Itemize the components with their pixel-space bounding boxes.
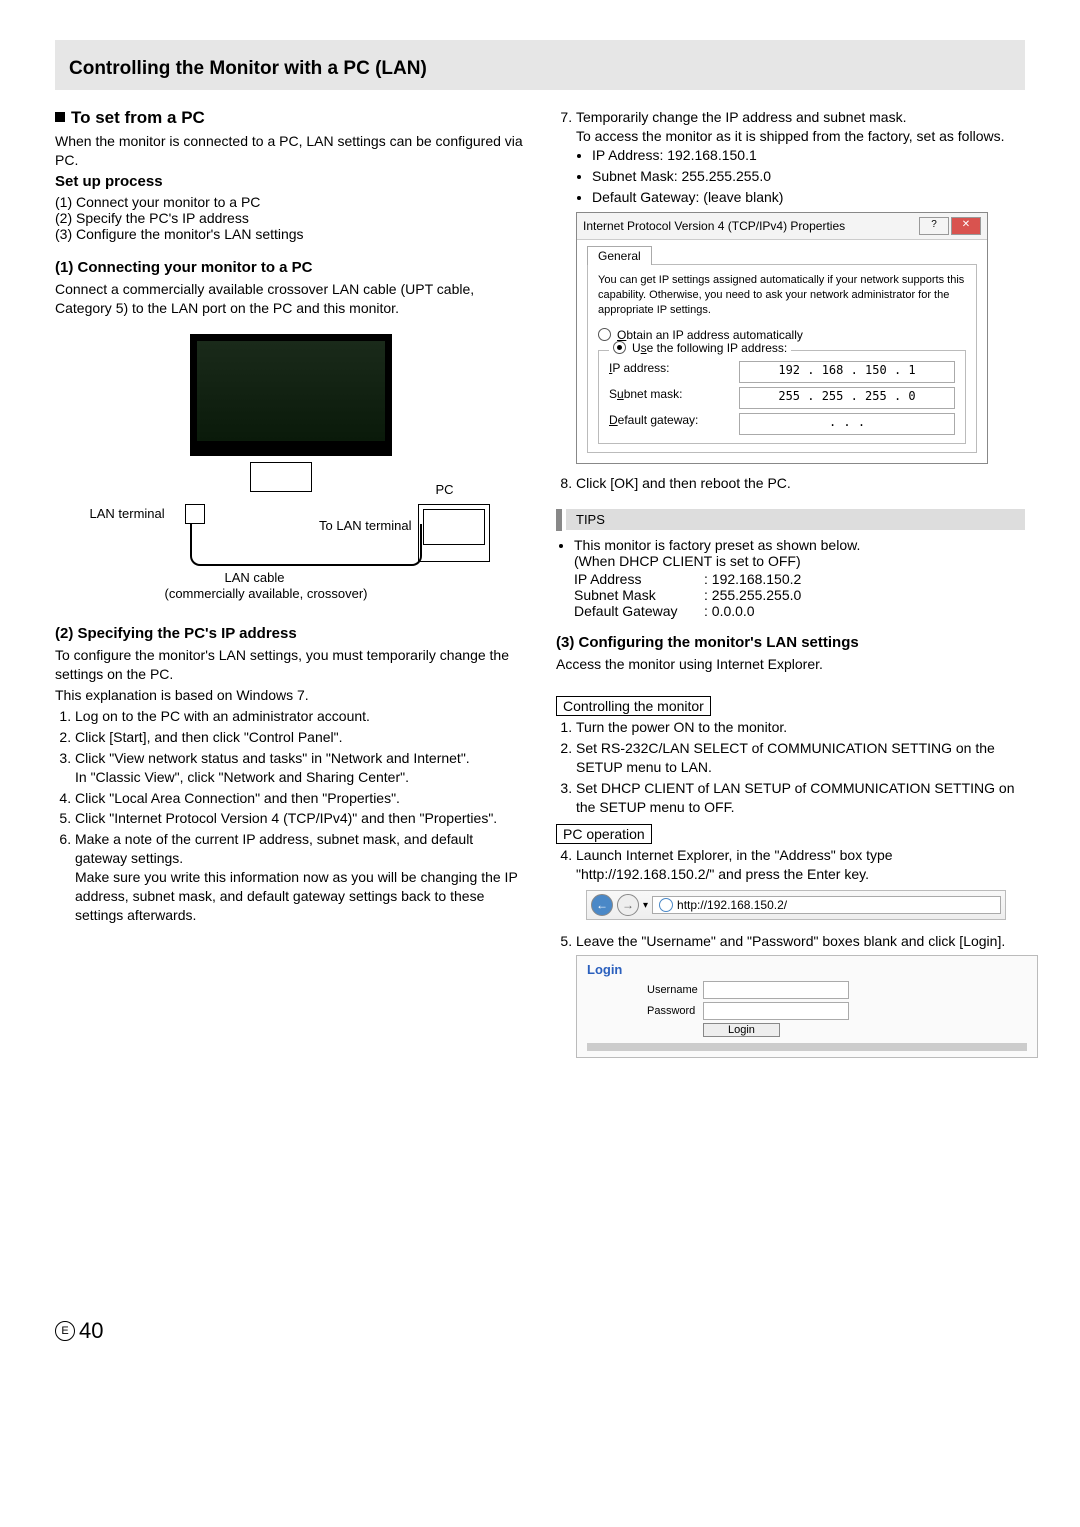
monitor-ports-icon (250, 462, 312, 492)
pc-icon (418, 504, 490, 562)
lan-cable-desc: (commercially available, crossover) (165, 586, 368, 601)
lan-cable-label: LAN cable (225, 570, 285, 585)
monitor-icon (190, 334, 392, 456)
list-item: Click [OK] and then reboot the PC. (576, 474, 1025, 493)
tips-body: This monitor is factory preset as shown … (556, 531, 1025, 619)
dialog-title: Internet Protocol Version 4 (TCP/IPv4) P… (583, 219, 845, 233)
step1-body: Connect a commercially available crossov… (55, 280, 524, 318)
login-button[interactable]: Login (703, 1023, 780, 1037)
step2-list: Log on to the PC with an administrator a… (55, 707, 524, 925)
password-label: Password (647, 1005, 697, 1017)
page-number: E 40 (55, 1318, 1025, 1344)
list-item: Temporarily change the IP address and su… (576, 108, 1025, 206)
page-title: Controlling the Monitor with a PC (LAN) (69, 58, 1025, 80)
pc-operation-label: PC operation (556, 824, 652, 844)
step1-heading: (1) Connecting your monitor to a PC (55, 258, 524, 278)
radio-icon (613, 341, 626, 354)
list-item: Launch Internet Explorer, in the "Addres… (576, 846, 1025, 884)
pc-label: PC (435, 482, 453, 497)
list-item: Click "View network status and tasks" in… (75, 749, 524, 787)
general-tab[interactable]: General (587, 246, 652, 265)
section-to-set-from-pc: To set from a PC (55, 108, 524, 128)
ip-address-field[interactable]: 192 . 168 . 150 . 1 (739, 361, 955, 383)
lan-terminal-label: LAN terminal (90, 506, 165, 521)
gateway-field[interactable]: . . . (739, 413, 955, 435)
gateway-label: Default gateway: (609, 413, 729, 435)
list-item: Set DHCP CLIENT of LAN SETUP of COMMUNIC… (576, 779, 1025, 817)
lan-port-icon (185, 504, 205, 524)
setup-step: (1) Connect your monitor to a PC (55, 194, 524, 210)
pc-operation-list: Launch Internet Explorer, in the "Addres… (556, 846, 1025, 884)
list-item: Subnet Mask: 255.255.255.0 (592, 167, 1025, 186)
step3-heading: (3) Configuring the monitor's LAN settin… (556, 633, 1025, 653)
tips-marker-icon (556, 509, 562, 531)
ip-address-label: IP address: (609, 361, 729, 383)
tips-label: TIPS (566, 509, 1025, 530)
help-button[interactable]: ? (919, 217, 949, 235)
radio-icon (598, 328, 611, 341)
page-e-icon: E (55, 1321, 75, 1341)
step7-bullets: IP Address: 192.168.150.1 Subnet Mask: 2… (576, 146, 1025, 207)
radio-auto[interactable]: OObtain an IP address automaticallybtain… (598, 328, 966, 342)
right-column: Temporarily change the IP address and su… (556, 108, 1025, 1058)
browser-address-bar: ← → ▾ http://192.168.150.2/ (586, 890, 1006, 920)
page-header: Controlling the Monitor with a PC (LAN) (55, 40, 1025, 90)
step3-intro: Access the monitor using Internet Explor… (556, 655, 1025, 674)
login-title: Login (587, 962, 1027, 977)
login-screenshot: Login Username Password Login (576, 955, 1038, 1058)
subnet-field[interactable]: 255 . 255 . 255 . 0 (739, 387, 955, 409)
password-field[interactable] (703, 1002, 849, 1020)
intro-text: When the monitor is connected to a PC, L… (55, 132, 524, 170)
setup-step: (3) Configure the monitor's LAN settings (55, 226, 524, 242)
list-item: IP Address: 192.168.150.1 (592, 146, 1025, 165)
controlling-list: Turn the power ON to the monitor. Set RS… (556, 718, 1025, 816)
classic-view-note: In "Classic View", click "Network and Sh… (75, 768, 524, 787)
login-footer-bar (587, 1043, 1027, 1051)
list-item: Click "Internet Protocol Version 4 (TCP/… (75, 809, 524, 828)
subnet-label: Subnet mask: (609, 387, 729, 409)
controlling-monitor-label: Controlling the monitor (556, 696, 711, 716)
step8-list: Click [OK] and then reboot the PC. (556, 474, 1025, 493)
step2-heading: (2) Specifying the PC's IP address (55, 624, 524, 644)
username-label: Username (647, 984, 697, 996)
list-item: Set RS-232C/LAN SELECT of COMMUNICATION … (576, 739, 1025, 777)
dropdown-icon[interactable]: ▾ (643, 900, 648, 911)
setup-step: (2) Specify the PC's IP address (55, 210, 524, 226)
close-button[interactable]: ✕ (951, 217, 981, 235)
setup-process-list: (1) Connect your monitor to a PC (2) Spe… (55, 194, 524, 242)
step2-intro2: This explanation is based on Windows 7. (55, 686, 524, 705)
list-item: Make a note of the current IP address, s… (75, 830, 524, 924)
list-item: Click [Start], and then click "Control P… (75, 728, 524, 747)
back-button[interactable]: ← (591, 894, 613, 916)
square-bullet-icon (55, 112, 65, 122)
list-item: Default Gateway: (leave blank) (592, 188, 1025, 207)
ipv4-properties-dialog: Internet Protocol Version 4 (TCP/IPv4) P… (576, 212, 988, 464)
left-column: To set from a PC When the monitor is con… (55, 108, 524, 1058)
list-item: Click "Local Area Connection" and then "… (75, 789, 524, 808)
dialog-desc: You can get IP settings assigned automat… (598, 273, 966, 318)
setup-process-heading: Set up process (55, 172, 524, 192)
step2-intro: To configure the monitor's LAN settings,… (55, 646, 524, 684)
address-field[interactable]: http://192.168.150.2/ (652, 896, 1001, 914)
connection-diagram: LAN terminal PC To LAN terminal LAN cabl… (90, 334, 490, 614)
username-field[interactable] (703, 981, 849, 999)
ie-icon (659, 898, 673, 912)
tips-header: TIPS (556, 509, 1025, 531)
step7-list: Temporarily change the IP address and su… (556, 108, 1025, 206)
step2-note: Make sure you write this information now… (75, 868, 524, 925)
lan-cable-icon (190, 524, 422, 566)
list-item: Leave the "Username" and "Password" boxe… (576, 932, 1025, 951)
pc-operation-list-5: Leave the "Username" and "Password" boxe… (556, 932, 1025, 951)
radio-manual[interactable]: Use the following IP address: (609, 341, 791, 355)
list-item: Turn the power ON to the monitor. (576, 718, 1025, 737)
list-item: Log on to the PC with an administrator a… (75, 707, 524, 726)
forward-button[interactable]: → (617, 894, 639, 916)
